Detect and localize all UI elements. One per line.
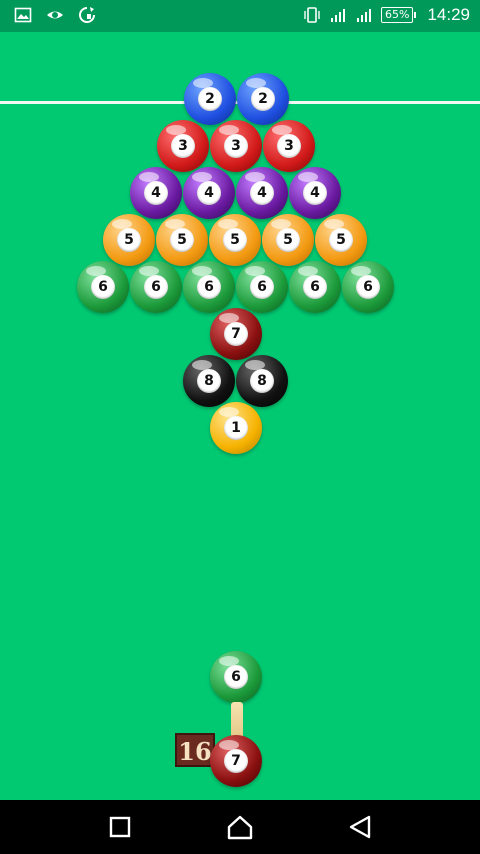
signal-icon — [331, 9, 345, 22]
ball-number: 6 — [91, 275, 115, 299]
ball-8: 8 — [183, 355, 235, 407]
next-ball: 6 — [210, 651, 262, 703]
vibrate-icon — [304, 7, 320, 23]
ball-number: 6 — [303, 275, 327, 299]
ball-4: 4 — [183, 167, 235, 219]
ball-number: 6 — [197, 275, 221, 299]
ball-4: 4 — [289, 167, 341, 219]
ball-number: 5 — [276, 228, 300, 252]
home-icon[interactable] — [225, 812, 255, 842]
eye-icon — [47, 11, 63, 19]
ball-number: 4 — [144, 181, 168, 205]
status-bar: 65% 14:29 — [0, 0, 480, 32]
ball-number: 3 — [277, 134, 301, 158]
signal-icon — [357, 9, 371, 22]
ball-3: 3 — [263, 120, 315, 172]
ball-2: 2 — [184, 73, 236, 125]
ball-number: 5 — [223, 228, 247, 252]
battery-percent: 65% — [385, 8, 410, 21]
ball-6: 6 — [183, 261, 235, 313]
ball-3: 3 — [210, 120, 262, 172]
ball-number: 6 — [356, 275, 380, 299]
clock: 14:29 — [427, 5, 470, 24]
current-ball[interactable]: 7 — [210, 735, 262, 787]
ball-4: 4 — [236, 167, 288, 219]
ball-5: 5 — [156, 214, 208, 266]
shot-counter: 16 — [175, 733, 215, 767]
ball-number: 2 — [198, 87, 222, 111]
ball-number: 3 — [224, 134, 248, 158]
game-board[interactable]: 2 2 3 3 3 4 4 4 4 5 5 5 5 5 6 6 6 6 6 6 … — [0, 32, 480, 800]
ball-8: 8 — [236, 355, 288, 407]
ball-6: 6 — [342, 261, 394, 313]
ball-4: 4 — [130, 167, 182, 219]
ball-number: 1 — [224, 416, 248, 440]
ball-6: 6 — [77, 261, 129, 313]
ball-7: 7 — [210, 308, 262, 360]
ball-6: 6 — [289, 261, 341, 313]
ball-1: 1 — [210, 402, 262, 454]
ball-6: 6 — [130, 261, 182, 313]
ball-number: 2 — [251, 87, 275, 111]
ball-number: 8 — [197, 369, 221, 393]
battery-icon: 65% — [381, 7, 417, 23]
ball-number: 6 — [144, 275, 168, 299]
navigation-bar — [0, 800, 480, 854]
ball-5: 5 — [103, 214, 155, 266]
ball-number: 4 — [303, 181, 327, 205]
ball-number: 6 — [250, 275, 274, 299]
ball-number: 5 — [329, 228, 353, 252]
image-icon — [14, 7, 32, 23]
sync-icon — [79, 7, 95, 23]
ball-number: 7 — [224, 322, 248, 346]
ball-5: 5 — [209, 214, 261, 266]
ball-number: 4 — [197, 181, 221, 205]
ball-2: 2 — [237, 73, 289, 125]
ball-number: 3 — [171, 134, 195, 158]
ball-number: 6 — [224, 665, 248, 689]
ball-number: 5 — [170, 228, 194, 252]
ball-number: 4 — [250, 181, 274, 205]
ball-number: 7 — [224, 749, 248, 773]
ball-6: 6 — [236, 261, 288, 313]
recent-apps-icon[interactable] — [105, 812, 135, 842]
ball-5: 5 — [262, 214, 314, 266]
ball-3: 3 — [157, 120, 209, 172]
ball-number: 8 — [250, 369, 274, 393]
ball-number: 5 — [117, 228, 141, 252]
ball-5: 5 — [315, 214, 367, 266]
back-icon[interactable] — [345, 812, 375, 842]
